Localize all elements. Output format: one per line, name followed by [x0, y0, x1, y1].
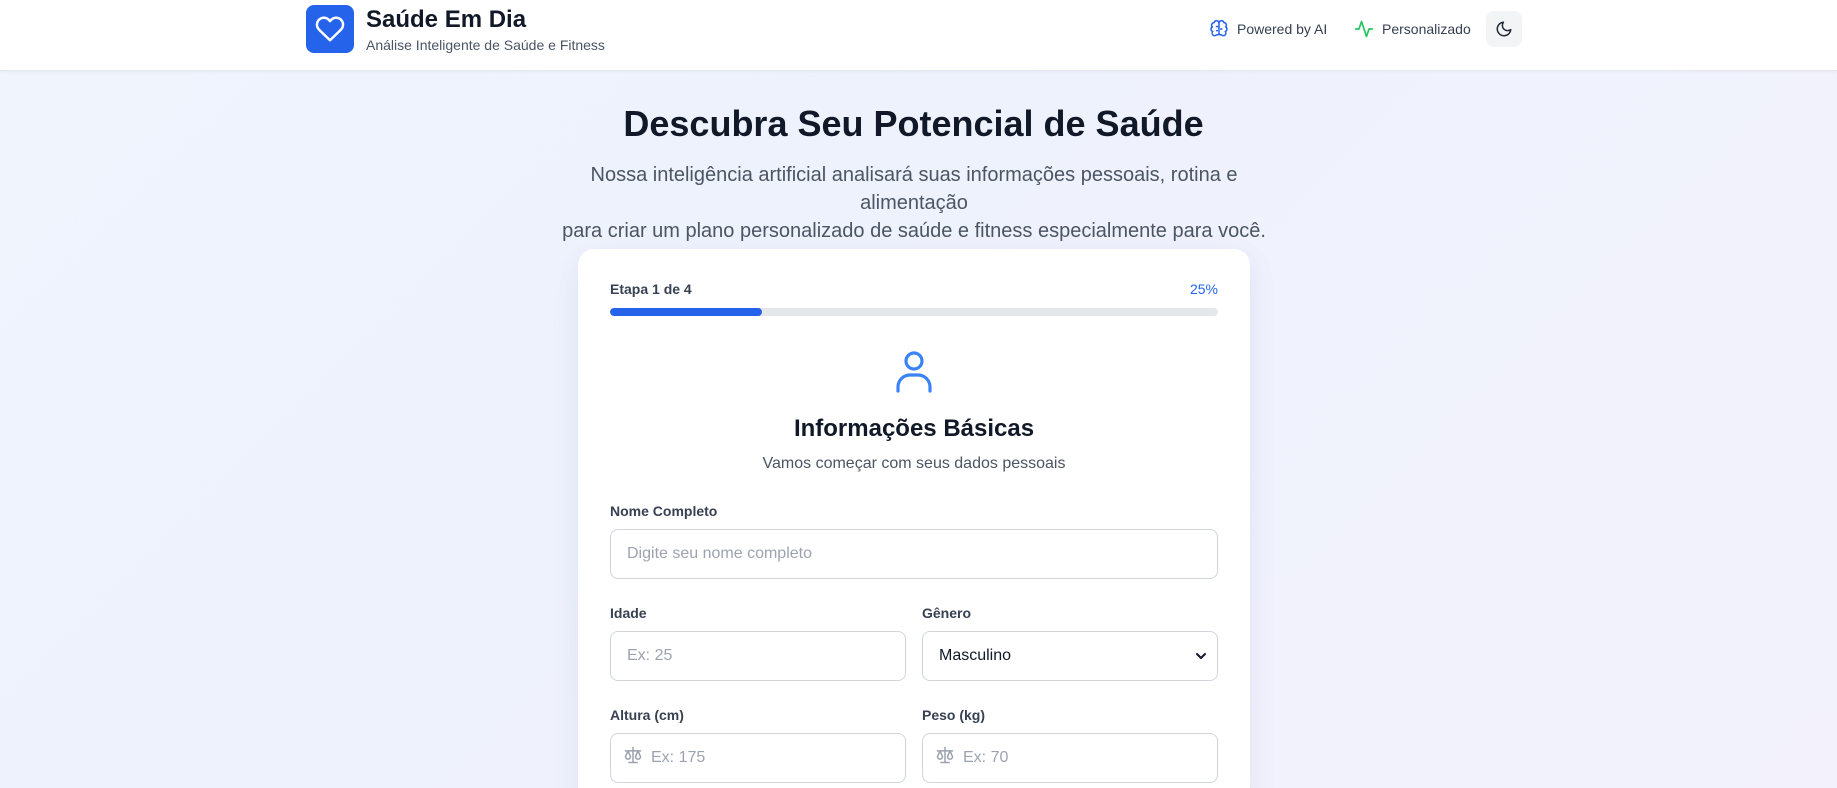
name-label: Nome Completo — [610, 503, 718, 519]
age-input[interactable] — [610, 631, 906, 681]
hero-description-line: Nossa inteligência artificial analisará … — [590, 164, 1238, 214]
full-name-input[interactable] — [610, 529, 1218, 579]
section-title: Informações Básicas — [793, 415, 1035, 442]
personalized-badge: Personalizado — [1354, 18, 1471, 40]
chevron-down-icon — [1196, 653, 1206, 659]
height-label: Altura (cm) — [610, 707, 684, 723]
heart-icon — [315, 16, 345, 42]
progress-percent: 25% — [1189, 281, 1218, 297]
hero-description: Nossa inteligência artificial analisará … — [534, 161, 1294, 245]
moon-icon — [1496, 21, 1512, 37]
weight-input[interactable] — [922, 733, 1218, 783]
brand-title: Saúde Em Dia — [366, 6, 527, 33]
hero-description-line: para criar um plano personalizado de saú… — [562, 220, 1266, 242]
app-header: Saúde Em Dia Análise Inteligente de Saúd… — [0, 0, 1837, 71]
user-icon — [896, 351, 932, 393]
hero-title: Descubra Seu Potencial de Saúde — [623, 103, 1204, 144]
scale-icon — [936, 746, 954, 764]
weight-label: Peso (kg) — [922, 707, 986, 723]
powered-by-ai-label: Powered by AI — [1237, 21, 1328, 37]
progress-bar — [610, 308, 1218, 316]
progress-bar-fill — [610, 308, 762, 316]
activity-icon — [1354, 20, 1374, 38]
brand-subtitle: Análise Inteligente de Saúde e Fitness — [366, 37, 605, 53]
personalized-label: Personalizado — [1382, 21, 1471, 37]
powered-by-ai-badge: Powered by AI — [1209, 18, 1327, 40]
scale-icon — [624, 746, 642, 764]
gender-select[interactable]: Masculino — [922, 631, 1218, 681]
step-indicator: Etapa 1 de 4 — [610, 281, 692, 297]
theme-toggle-button[interactable] — [1486, 11, 1522, 47]
height-input[interactable] — [610, 733, 906, 783]
gender-label: Gênero — [922, 605, 972, 621]
gender-select-value: Masculino — [939, 647, 1012, 664]
brain-icon — [1210, 20, 1228, 37]
section-subtitle: Vamos começar com seus dados pessoais — [762, 455, 1066, 472]
logo[interactable] — [306, 5, 354, 53]
age-label: Idade — [610, 605, 647, 621]
form-card: Etapa 1 de 4 25% Informações Básicas Vam… — [578, 249, 1250, 788]
